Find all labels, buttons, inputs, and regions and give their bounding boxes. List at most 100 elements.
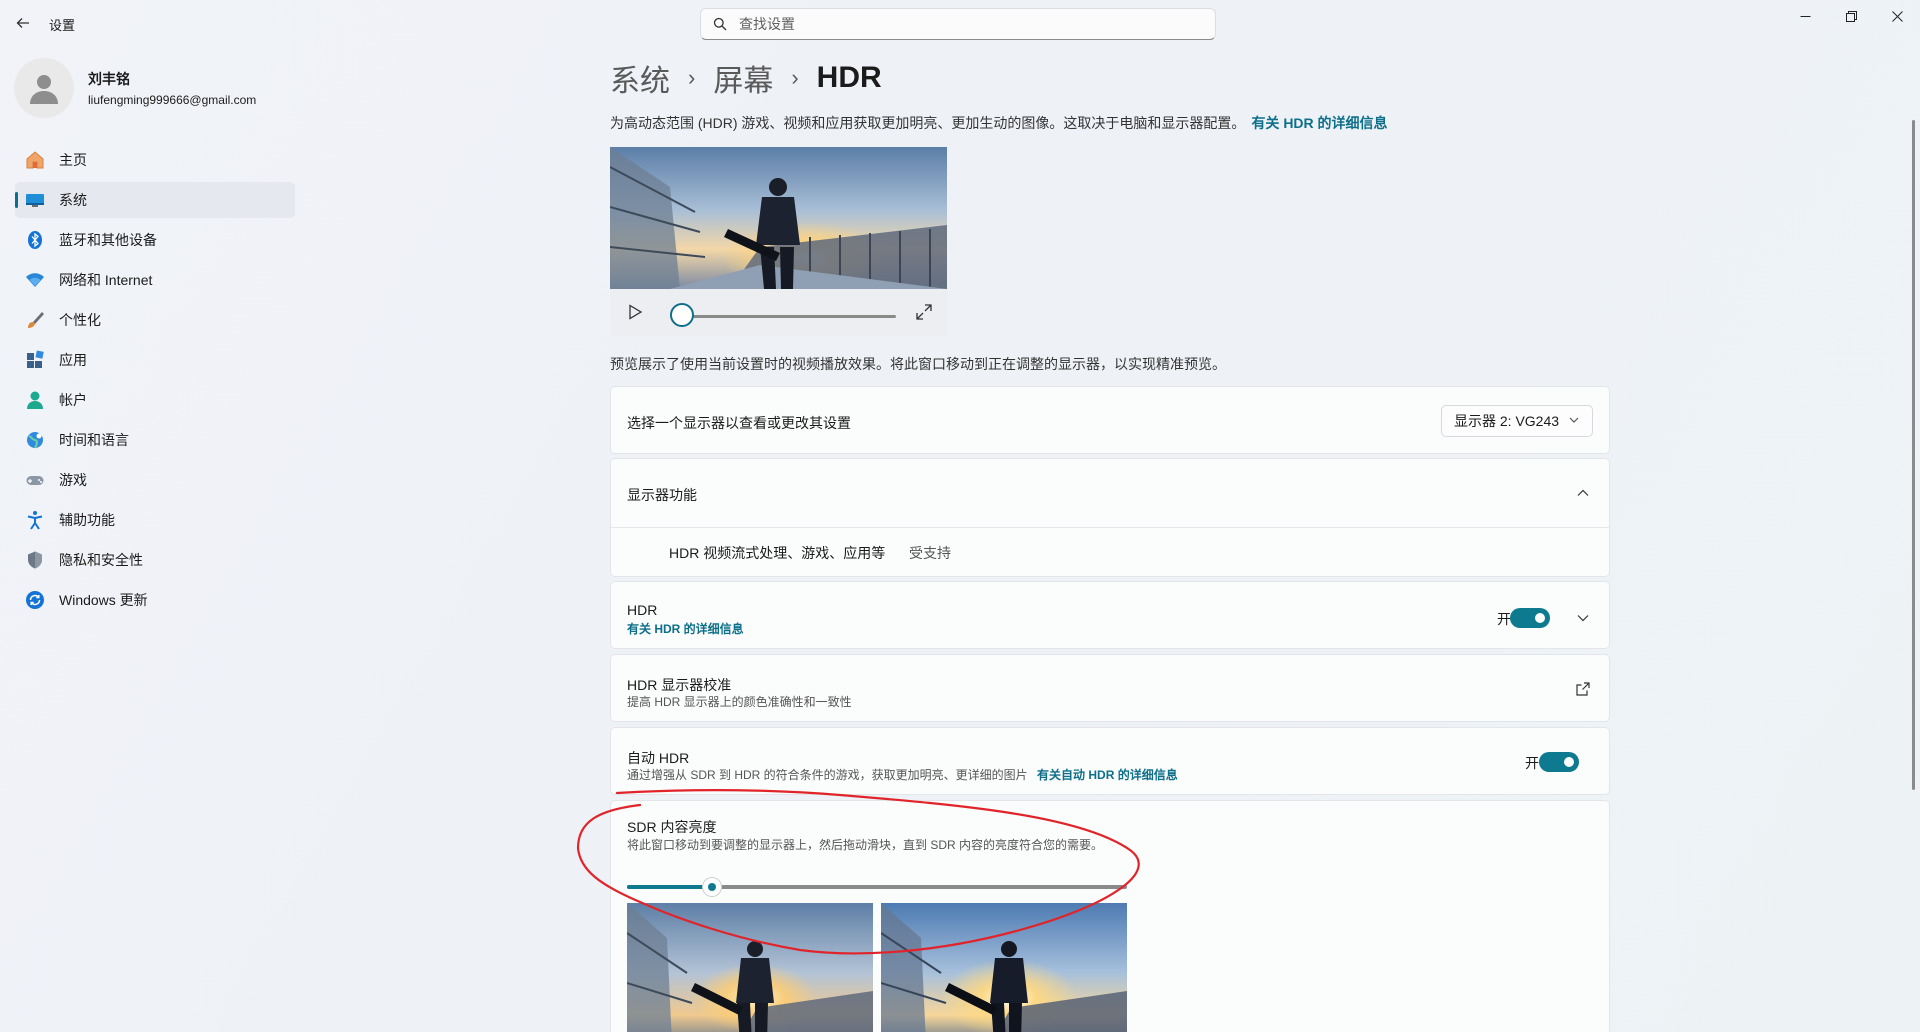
minimize-icon[interactable] bbox=[1782, 0, 1828, 32]
sidebar-item-label: 系统 bbox=[59, 192, 87, 208]
sidebar-item-label: 主页 bbox=[59, 152, 87, 168]
search-input[interactable] bbox=[739, 16, 1179, 32]
chevron-down-icon[interactable] bbox=[1575, 610, 1591, 626]
gamepad-icon bbox=[25, 470, 45, 490]
divider bbox=[611, 527, 1609, 528]
profile-name: 刘丰铭 bbox=[88, 71, 130, 87]
breadcrumb-system[interactable]: 系统 bbox=[610, 56, 670, 100]
system-icon bbox=[25, 190, 45, 210]
sdr-brightness-slider-thumb[interactable] bbox=[702, 877, 722, 897]
sdr-brightness-slider-fill bbox=[627, 885, 712, 889]
auto-hdr-subtitle: 通过增强从 SDR 到 HDR 的符合条件的游戏，获取更加明亮、更详细的图片 bbox=[627, 768, 1028, 782]
bluetooth-icon bbox=[25, 230, 45, 250]
close-icon[interactable] bbox=[1874, 0, 1920, 32]
chevron-up-icon[interactable] bbox=[1575, 485, 1591, 501]
sidebar-item-accessibility[interactable]: 辅助功能 bbox=[15, 502, 295, 538]
sdr-sample-image bbox=[627, 903, 873, 1032]
sidebar-item-time-language[interactable]: 时间和语言 bbox=[15, 422, 295, 458]
sdr-brightness-subtitle: 将此窗口移动到要调整的显示器上，然后拖动滑块，直到 SDR 内容的亮度符合您的需… bbox=[627, 838, 1104, 852]
shield-icon bbox=[25, 550, 45, 570]
sidebar-item-label: 时间和语言 bbox=[59, 432, 129, 448]
external-link-icon[interactable] bbox=[1575, 681, 1591, 697]
auto-hdr-toggle[interactable] bbox=[1539, 752, 1579, 772]
update-icon bbox=[25, 590, 45, 610]
sidebar-item-apps[interactable]: 应用 bbox=[15, 342, 295, 378]
fullscreen-icon[interactable] bbox=[915, 303, 933, 321]
sdr-comparison-image bbox=[627, 903, 873, 1032]
sidebar-nav: 主页 系统 蓝牙和其他设备 网络和 Internet 个性化 应用 帐户 时间和… bbox=[15, 142, 295, 622]
home-icon bbox=[25, 150, 45, 170]
brush-icon bbox=[25, 310, 45, 330]
auto-hdr-info-link[interactable]: 有关自动 HDR 的详细信息 bbox=[1037, 768, 1178, 782]
sidebar-item-label: 游戏 bbox=[59, 472, 87, 488]
sidebar-item-home[interactable]: 主页 bbox=[15, 142, 295, 178]
sidebar-item-label: 隐私和安全性 bbox=[59, 552, 143, 568]
search-icon bbox=[713, 17, 727, 31]
page-scrollbar[interactable] bbox=[1912, 120, 1915, 790]
auto-hdr-toggle-state: 开 bbox=[1525, 755, 1539, 771]
account-icon bbox=[25, 390, 45, 410]
sidebar-item-privacy[interactable]: 隐私和安全性 bbox=[15, 542, 295, 578]
sidebar-item-label: 网络和 Internet bbox=[59, 272, 153, 288]
preview-image bbox=[610, 147, 947, 289]
auto-hdr-title: 自动 HDR bbox=[627, 750, 690, 766]
sidebar-item-label: Windows 更新 bbox=[59, 592, 148, 608]
page-title: HDR bbox=[816, 61, 882, 94]
sidebar-item-label: 应用 bbox=[59, 352, 87, 368]
restore-icon[interactable] bbox=[1828, 0, 1874, 32]
app-title: 设置 bbox=[49, 18, 76, 33]
hdr-preview-video bbox=[610, 147, 947, 289]
display-select-card: 选择一个显示器以查看或更改其设置 显示器 2: VG243 bbox=[610, 386, 1610, 454]
wifi-icon bbox=[25, 270, 45, 290]
hdr-info-link[interactable]: 有关 HDR 的详细信息 bbox=[1251, 115, 1387, 131]
apps-icon bbox=[25, 350, 45, 370]
preview-note: 预览展示了使用当前设置时的视频播放效果。将此窗口移动到正在调整的显示器，以实现精… bbox=[610, 356, 1226, 372]
hdr-toggle-state: 开 bbox=[1497, 611, 1511, 627]
calibration-subtitle: 提高 HDR 显示器上的颜色准确性和一致性 bbox=[627, 695, 852, 709]
sidebar-item-system[interactable]: 系统 bbox=[15, 182, 295, 218]
description-text: 为高动态范围 (HDR) 游戏、视频和应用获取更加明亮、更加生动的图像。这取决于… bbox=[610, 115, 1246, 131]
display-capabilities-card: 显示器功能 HDR 视频流式处理、游戏、应用等 受支持 bbox=[610, 458, 1610, 577]
sidebar-item-accounts[interactable]: 帐户 bbox=[15, 382, 295, 418]
hdr-sample-image bbox=[881, 903, 1127, 1032]
hdr-info-link-secondary[interactable]: 有关 HDR 的详细信息 bbox=[627, 620, 744, 637]
sidebar-item-personalization[interactable]: 个性化 bbox=[15, 302, 295, 338]
hdr-comparison-image bbox=[881, 903, 1127, 1032]
hdr-toggle[interactable] bbox=[1510, 608, 1550, 628]
video-seek-bar[interactable] bbox=[674, 315, 896, 318]
play-icon[interactable] bbox=[626, 303, 644, 321]
display-dropdown-value: 显示器 2: VG243 bbox=[1454, 413, 1560, 429]
title-bar: 设置 bbox=[0, 0, 1920, 46]
calibration-title: HDR 显示器校准 bbox=[627, 677, 732, 693]
avatar bbox=[14, 58, 74, 118]
chevron-right-icon: › bbox=[791, 65, 799, 90]
auto-hdr-description: 通过增强从 SDR 到 HDR 的符合条件的游戏，获取更加明亮、更详细的图片 有… bbox=[627, 766, 1178, 783]
person-icon bbox=[30, 75, 58, 104]
sdr-brightness-card: SDR 内容亮度 将此窗口移动到要调整的显示器上，然后拖动滑块，直到 SDR 内… bbox=[610, 800, 1610, 1032]
accessibility-icon bbox=[25, 510, 45, 530]
page-description: 为高动态范围 (HDR) 游戏、视频和应用获取更加明亮、更加生动的图像。这取决于… bbox=[610, 113, 1388, 133]
video-player-controls bbox=[610, 289, 947, 336]
sdr-brightness-title: SDR 内容亮度 bbox=[627, 819, 717, 835]
sidebar-item-label: 帐户 bbox=[59, 392, 87, 408]
sidebar-item-gaming[interactable]: 游戏 bbox=[15, 462, 295, 498]
user-profile[interactable]: 刘丰铭 liufengming999666@gmail.com bbox=[14, 58, 256, 118]
breadcrumb-display[interactable]: 屏幕 bbox=[713, 56, 773, 100]
back-arrow-icon[interactable] bbox=[12, 12, 34, 34]
hdr-card: HDR 有关 HDR 的详细信息 开 bbox=[610, 581, 1610, 649]
sidebar-item-bluetooth[interactable]: 蓝牙和其他设备 bbox=[15, 222, 295, 258]
sidebar-item-label: 个性化 bbox=[59, 312, 101, 328]
capability-item-status: 受支持 bbox=[909, 545, 951, 561]
sidebar-item-network[interactable]: 网络和 Internet bbox=[15, 262, 295, 298]
breadcrumb: 系统 › 屏幕 › HDR bbox=[610, 56, 882, 100]
capabilities-header[interactable]: 显示器功能 bbox=[611, 459, 1609, 527]
capability-item-label: HDR 视频流式处理、游戏、应用等 bbox=[669, 545, 886, 561]
display-dropdown[interactable]: 显示器 2: VG243 bbox=[1441, 405, 1593, 437]
sidebar-item-label: 辅助功能 bbox=[59, 512, 115, 528]
auto-hdr-card: 自动 HDR 通过增强从 SDR 到 HDR 的符合条件的游戏，获取更加明亮、更… bbox=[610, 727, 1610, 795]
video-seek-thumb[interactable] bbox=[670, 303, 694, 327]
sidebar-item-windows-update[interactable]: Windows 更新 bbox=[15, 582, 295, 618]
chevron-down-icon bbox=[1569, 417, 1579, 423]
hdr-calibration-card[interactable]: HDR 显示器校准 提高 HDR 显示器上的颜色准确性和一致性 bbox=[610, 654, 1610, 722]
search-box[interactable] bbox=[700, 8, 1216, 40]
